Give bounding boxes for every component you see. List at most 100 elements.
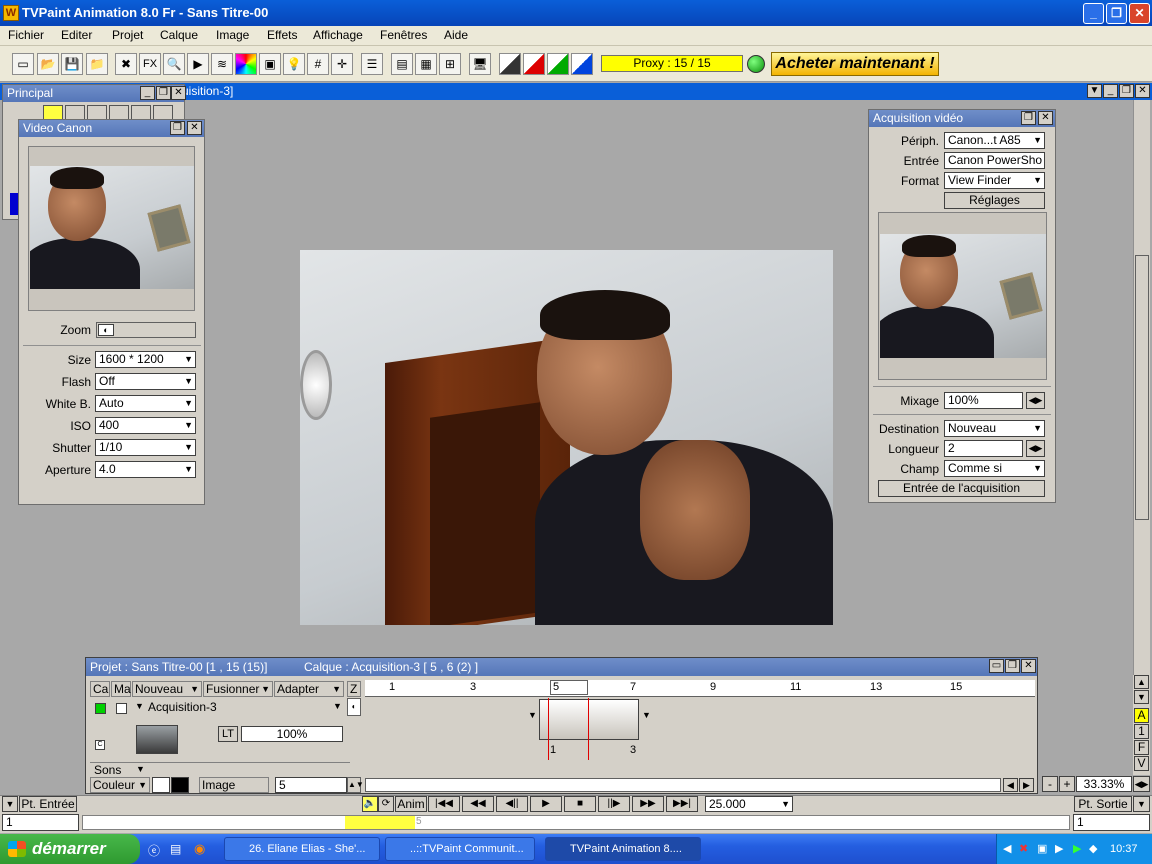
new-document-icon[interactable]: ▭ [12, 53, 34, 75]
white-balance-select[interactable]: Auto ▼ [95, 395, 196, 412]
pin-icon[interactable]: ◐ [347, 698, 361, 716]
in-point-input[interactable]: 1 [2, 814, 79, 831]
menu-image[interactable]: Image [216, 28, 249, 42]
palette-icon[interactable]: ▣ [259, 53, 281, 75]
longueur-stepper[interactable]: ◀▶ [1026, 440, 1045, 457]
minimize-button[interactable]: _ [1083, 3, 1104, 24]
color-a-swatch[interactable] [152, 777, 170, 793]
light-bulb-icon[interactable]: 💡 [283, 53, 305, 75]
layers-icon[interactable]: ≋ [211, 53, 233, 75]
principal-close-button[interactable]: ✕ [171, 86, 186, 100]
taskbar-item-music[interactable]: 26. Eliane Elias - She'... [224, 837, 380, 861]
out-point-button[interactable]: Pt. Sortie [1074, 796, 1132, 812]
timeline-close-button[interactable]: ✕ [1021, 659, 1036, 673]
in-point-button[interactable]: Pt. Entrée [19, 796, 77, 812]
fx-icon[interactable]: FX [139, 53, 161, 75]
col-ma-header[interactable]: Ma [111, 681, 131, 697]
layer-name[interactable]: Acquisition-3 [148, 700, 217, 714]
doc-minimize-button[interactable]: _ [1103, 84, 1118, 98]
doc-menu-icon[interactable]: ▼ [1087, 84, 1102, 98]
tray-media-icon[interactable]: ▶ [1055, 834, 1063, 864]
tray-play-icon[interactable]: ▶ [1073, 834, 1081, 864]
menu-effets[interactable]: Effets [267, 28, 297, 42]
window-split-icon[interactable]: ⊞ [439, 53, 461, 75]
table-grid-icon[interactable]: ▦ [415, 53, 437, 75]
destination-select[interactable]: Nouveau ▼ [944, 420, 1045, 437]
doc-restore-button[interactable]: ❐ [1119, 84, 1134, 98]
stack-icon[interactable]: ☰ [361, 53, 383, 75]
zoom-level[interactable]: 33.33% [1076, 776, 1132, 792]
zoom-out-button[interactable]: - [1042, 776, 1058, 792]
layer-visibility-toggle[interactable] [95, 703, 106, 714]
in-point-arrow-icon[interactable]: ▼ [2, 796, 18, 812]
play-icon[interactable]: ▶ [187, 53, 209, 75]
firefox-quicklaunch-icon[interactable]: ◉ [194, 841, 205, 857]
scroll-left-icon[interactable]: ◀ [1003, 778, 1018, 792]
frame-right-arrow-icon[interactable]: ▼ [642, 710, 651, 720]
layer-row[interactable]: ▼ Acquisition-3 ▼ C LT 100% [90, 698, 362, 762]
shutter-select[interactable]: 1/10 ▼ [95, 439, 196, 456]
taskbar-item-tvpaint[interactable]: TVPaint Animation 8.... [545, 837, 701, 861]
z-header[interactable]: Z [347, 681, 361, 697]
mixage-input[interactable]: 100% [944, 392, 1023, 409]
frame-left-arrow-icon[interactable]: ▼ [528, 710, 537, 720]
start-acquisition-button[interactable]: Entrée de l'acquisition [878, 480, 1045, 497]
col-ca-header[interactable]: Ca [90, 681, 110, 697]
video-canon-close-button[interactable]: ✕ [187, 121, 202, 135]
close-button[interactable]: ✕ [1129, 3, 1150, 24]
frame-ruler[interactable]: 1 3 5 7 9 11 13 15 [365, 680, 1035, 697]
black-white-swatch-icon[interactable] [499, 53, 521, 75]
out-point-arrow-icon[interactable]: ▼ [1133, 796, 1150, 812]
timeline-hscroll[interactable] [365, 778, 1001, 792]
image-number-input[interactable]: 5 [275, 777, 347, 793]
reglages-button[interactable]: Réglages [944, 192, 1045, 209]
layer-c-toggle[interactable]: C [95, 740, 105, 750]
iso-select[interactable]: 400 ▼ [95, 417, 196, 434]
fps-select[interactable]: 25.000 ▼ [705, 796, 793, 812]
timeline-restore-button[interactable]: ❐ [1005, 659, 1020, 673]
frame-slider-cursor[interactable] [345, 816, 415, 829]
layer-expand-icon[interactable]: ▼ [135, 701, 144, 711]
rewind-icon[interactable]: ◀◀ [462, 796, 494, 812]
side-button-1[interactable]: 1 [1134, 724, 1149, 739]
doc-close-button[interactable]: ✕ [1135, 84, 1150, 98]
scrollbar-thumb[interactable] [1135, 255, 1149, 520]
menu-fichier[interactable]: Fichier [8, 28, 44, 42]
out-point-input[interactable]: 1 [1073, 814, 1150, 831]
green-swatch-icon[interactable] [547, 53, 569, 75]
flash-select[interactable]: Off ▼ [95, 373, 196, 390]
start-button[interactable]: démarrer [0, 834, 140, 864]
blue-swatch-icon[interactable] [571, 53, 593, 75]
fusionner-menu[interactable]: Fusionner ▼ [203, 681, 273, 697]
layer-thumbnail[interactable] [136, 725, 178, 754]
menu-projet[interactable]: Projet [112, 28, 143, 42]
frame-icon[interactable]: ▤ [391, 53, 413, 75]
scroll-right-icon[interactable]: ▶ [1019, 778, 1034, 792]
maximize-button[interactable]: ❐ [1106, 3, 1127, 24]
nouveau-menu[interactable]: Nouveau ▼ [132, 681, 202, 697]
tray-arrow-icon[interactable]: ◀ [1003, 834, 1011, 864]
side-button-a[interactable]: A [1134, 708, 1149, 723]
image-stepper-icon[interactable]: ▲▼ [347, 777, 364, 793]
anim-button[interactable]: Anim [395, 796, 427, 812]
search-icon[interactable]: 🔍 [163, 53, 185, 75]
format-select[interactable]: View Finder ▼ [944, 172, 1045, 189]
step-forward-icon[interactable]: ||▶ [598, 796, 630, 812]
desktop-quicklaunch-icon[interactable]: ▤ [170, 842, 181, 856]
couleur-menu[interactable]: Couleur ▼ [90, 777, 150, 793]
tools-icon[interactable]: ✖ [115, 53, 137, 75]
size-select[interactable]: 1600 * 1200 ▼ [95, 351, 196, 368]
menu-fenetres[interactable]: Fenêtres [380, 28, 427, 42]
video-canon-restore-button[interactable]: ❐ [170, 121, 185, 135]
save-icon[interactable]: 💾 [61, 53, 83, 75]
layer-menu-icon[interactable]: ▼ [333, 701, 342, 711]
principal-restore-button[interactable]: ❐ [156, 86, 171, 100]
zoom-slider[interactable]: ◐ [96, 322, 196, 338]
vertical-scrollbar[interactable] [1133, 100, 1150, 675]
scroll-down-icon[interactable]: ▼ [1134, 690, 1149, 704]
champ-select[interactable]: Comme si ▼ [944, 460, 1045, 477]
side-button-f[interactable]: F [1134, 740, 1149, 755]
menu-calque[interactable]: Calque [160, 28, 198, 42]
menu-editer[interactable]: Editer [61, 28, 92, 42]
frame-slider[interactable]: 5 [82, 815, 1070, 830]
